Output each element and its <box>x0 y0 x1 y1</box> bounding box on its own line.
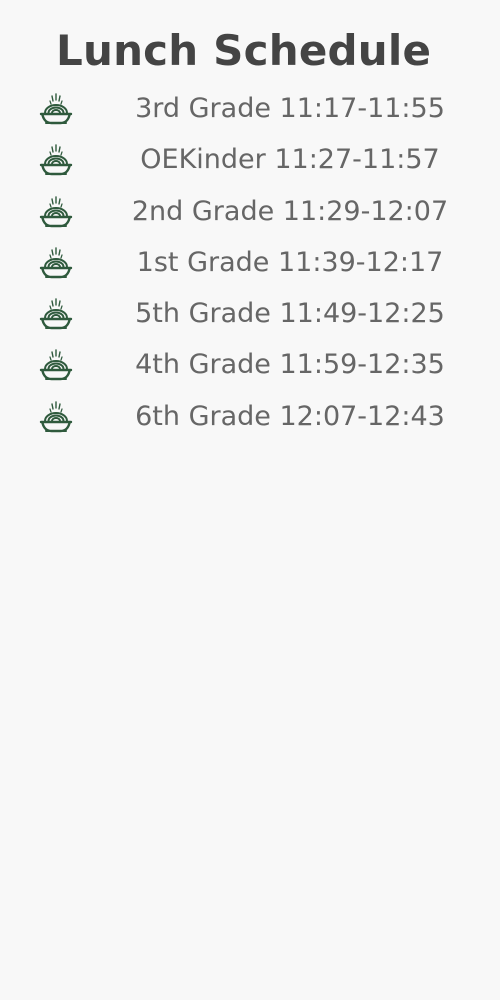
schedule-label: 1st Grade 11:39-12:17 <box>136 246 444 278</box>
list-item: 6th Grade 12:07-12:43 <box>0 392 500 443</box>
page-title: Lunch Schedule <box>56 26 432 75</box>
lunch-schedule-list: 3rd Grade 11:17-11:55 OEKinder 11:27-11:… <box>0 84 500 443</box>
food-bowl-icon <box>38 246 74 282</box>
schedule-label: OEKinder 11:27-11:57 <box>140 144 440 176</box>
food-bowl-icon <box>38 400 74 436</box>
list-item: 4th Grade 11:59-12:35 <box>0 340 500 391</box>
food-bowl-icon <box>38 143 74 179</box>
food-bowl-icon <box>38 348 74 384</box>
food-bowl-icon <box>38 195 74 231</box>
food-bowl-icon <box>38 92 74 128</box>
schedule-label: 3rd Grade 11:17-11:55 <box>135 93 445 124</box>
schedule-label: 6th Grade 12:07-12:43 <box>135 400 445 432</box>
schedule-label: 4th Grade 11:59-12:35 <box>135 349 445 381</box>
list-item: 1st Grade 11:39-12:17 <box>0 238 500 289</box>
food-bowl-icon <box>38 297 74 333</box>
list-item: 2nd Grade 11:29-12:07 <box>0 187 500 238</box>
list-item: 5th Grade 11:49-12:25 <box>0 289 500 340</box>
list-item: OEKinder 11:27-11:57 <box>0 135 500 186</box>
schedule-label: 2nd Grade 11:29-12:07 <box>131 195 449 227</box>
schedule-label: 5th Grade 11:49-12:25 <box>135 298 445 330</box>
list-item: 3rd Grade 11:17-11:55 <box>0 84 500 135</box>
